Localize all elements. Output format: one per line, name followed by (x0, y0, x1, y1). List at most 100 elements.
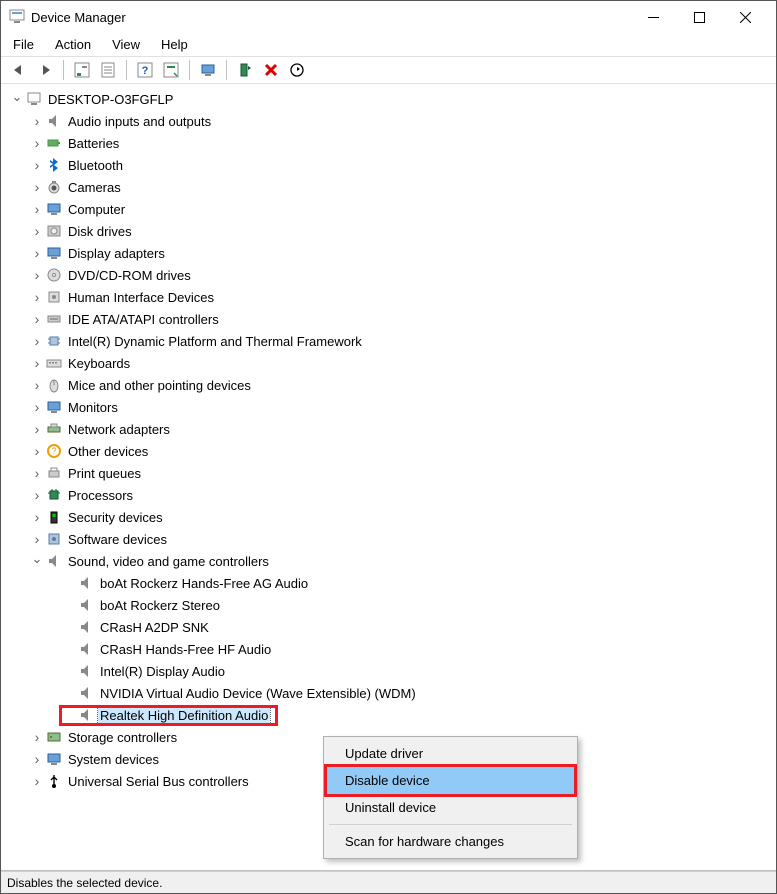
tree-category[interactable]: Print queues (5, 462, 776, 484)
tree-category[interactable]: Bluetooth (5, 154, 776, 176)
tree-category-label: Sound, video and game controllers (66, 553, 271, 570)
chevron-icon[interactable] (29, 509, 45, 525)
chevron-icon[interactable] (29, 487, 45, 503)
chevron-icon[interactable] (9, 91, 25, 107)
tree-category-sound[interactable]: Sound, video and game controllers (5, 550, 776, 572)
tree-category-label: Bluetooth (66, 157, 125, 174)
maximize-button[interactable] (676, 1, 722, 33)
menu-action[interactable]: Action (51, 35, 95, 54)
chevron-icon[interactable] (29, 399, 45, 415)
tree-category[interactable]: Intel(R) Dynamic Platform and Thermal Fr… (5, 330, 776, 352)
battery-icon (45, 135, 63, 151)
computer-icon (25, 91, 43, 107)
tree-category[interactable]: IDE ATA/ATAPI controllers (5, 308, 776, 330)
tree-device[interactable]: boAt Rockerz Hands-Free AG Audio (5, 572, 776, 594)
tree-category[interactable]: Batteries (5, 132, 776, 154)
chevron-icon[interactable] (29, 553, 45, 569)
help-icon[interactable]: ? (133, 59, 157, 81)
back-button[interactable] (7, 59, 31, 81)
chevron-icon[interactable] (29, 333, 45, 349)
tree-device[interactable]: CRasH A2DP SNK (5, 616, 776, 638)
chevron-icon[interactable] (29, 773, 45, 789)
chevron-icon[interactable] (29, 289, 45, 305)
chevron-icon[interactable] (29, 245, 45, 261)
tree-category[interactable]: Computer (5, 198, 776, 220)
tree-category[interactable]: Network adapters (5, 418, 776, 440)
tree-category[interactable]: ?Other devices (5, 440, 776, 462)
audio-icon (77, 685, 95, 701)
device-tree[interactable]: DESKTOP-O3FGFLP Audio inputs and outputs… (1, 84, 776, 871)
tree-category[interactable]: Keyboards (5, 352, 776, 374)
chevron-icon[interactable] (29, 223, 45, 239)
chevron-icon[interactable] (29, 157, 45, 173)
chevron-icon[interactable] (29, 751, 45, 767)
monitor-icon (45, 399, 63, 415)
tree-device[interactable]: CRasH Hands-Free HF Audio (5, 638, 776, 660)
chevron-icon[interactable] (29, 465, 45, 481)
network-icon (45, 421, 63, 437)
tree-category[interactable]: Disk drives (5, 220, 776, 242)
chevron-icon[interactable] (29, 311, 45, 327)
tree-device-label: boAt Rockerz Stereo (98, 597, 222, 614)
ctx-disable-device[interactable]: Disable device (327, 767, 574, 794)
tree-category[interactable]: Audio inputs and outputs (5, 110, 776, 132)
disable-icon[interactable] (259, 59, 283, 81)
show-hide-tree-icon[interactable] (70, 59, 94, 81)
scan-hardware-icon[interactable] (159, 59, 183, 81)
svg-text:?: ? (142, 65, 149, 77)
chevron-icon[interactable] (29, 201, 45, 217)
chevron-icon[interactable] (29, 531, 45, 547)
tree-root[interactable]: DESKTOP-O3FGFLP (5, 88, 776, 110)
tree-device[interactable]: Intel(R) Display Audio (5, 660, 776, 682)
chevron-icon[interactable] (29, 443, 45, 459)
tree-category[interactable]: Cameras (5, 176, 776, 198)
tree-device[interactable]: Realtek High Definition Audio (5, 704, 776, 726)
tree-category-label: Keyboards (66, 355, 132, 372)
tree-root-label: DESKTOP-O3FGFLP (46, 91, 175, 108)
tree-category[interactable]: Mice and other pointing devices (5, 374, 776, 396)
window-controls (630, 1, 768, 33)
mouse-icon (45, 377, 63, 393)
minimize-button[interactable] (630, 1, 676, 33)
properties-icon[interactable] (96, 59, 120, 81)
tree-category-label: Batteries (66, 135, 121, 152)
chevron-icon[interactable] (29, 355, 45, 371)
cpu-icon (45, 487, 63, 503)
chevron-icon[interactable] (29, 179, 45, 195)
chevron-icon[interactable] (29, 267, 45, 283)
uninstall-icon[interactable] (285, 59, 309, 81)
menu-view[interactable]: View (108, 35, 144, 54)
tree-category-label: Disk drives (66, 223, 134, 240)
tree-category-label: Network adapters (66, 421, 172, 438)
tree-category-label: Print queues (66, 465, 143, 482)
chevron-icon[interactable] (29, 113, 45, 129)
close-button[interactable] (722, 1, 768, 33)
ctx-divider (329, 824, 572, 825)
tree-category[interactable]: Monitors (5, 396, 776, 418)
tree-device[interactable]: boAt Rockerz Stereo (5, 594, 776, 616)
audio-icon (77, 575, 95, 591)
tree-category[interactable]: DVD/CD-ROM drives (5, 264, 776, 286)
tree-category[interactable]: Software devices (5, 528, 776, 550)
chevron-icon[interactable] (29, 377, 45, 393)
ctx-scan-hardware[interactable]: Scan for hardware changes (327, 828, 574, 855)
update-driver-icon[interactable] (196, 59, 220, 81)
ctx-uninstall-device[interactable]: Uninstall device (327, 794, 574, 821)
enable-icon[interactable] (233, 59, 257, 81)
tree-category[interactable]: Processors (5, 484, 776, 506)
menu-file[interactable]: File (9, 35, 38, 54)
tree-category[interactable]: Human Interface Devices (5, 286, 776, 308)
chevron-icon[interactable] (29, 421, 45, 437)
context-menu: Update driver Disable device Uninstall d… (323, 736, 578, 859)
tree-category-label: Software devices (66, 531, 169, 548)
forward-button[interactable] (33, 59, 57, 81)
tree-category-label: Mice and other pointing devices (66, 377, 253, 394)
chevron-icon[interactable] (29, 729, 45, 745)
menu-help[interactable]: Help (157, 35, 192, 54)
ide-icon (45, 311, 63, 327)
tree-category[interactable]: Security devices (5, 506, 776, 528)
chevron-icon[interactable] (29, 135, 45, 151)
ctx-update-driver[interactable]: Update driver (327, 740, 574, 767)
tree-device[interactable]: NVIDIA Virtual Audio Device (Wave Extens… (5, 682, 776, 704)
tree-category[interactable]: Display adapters (5, 242, 776, 264)
